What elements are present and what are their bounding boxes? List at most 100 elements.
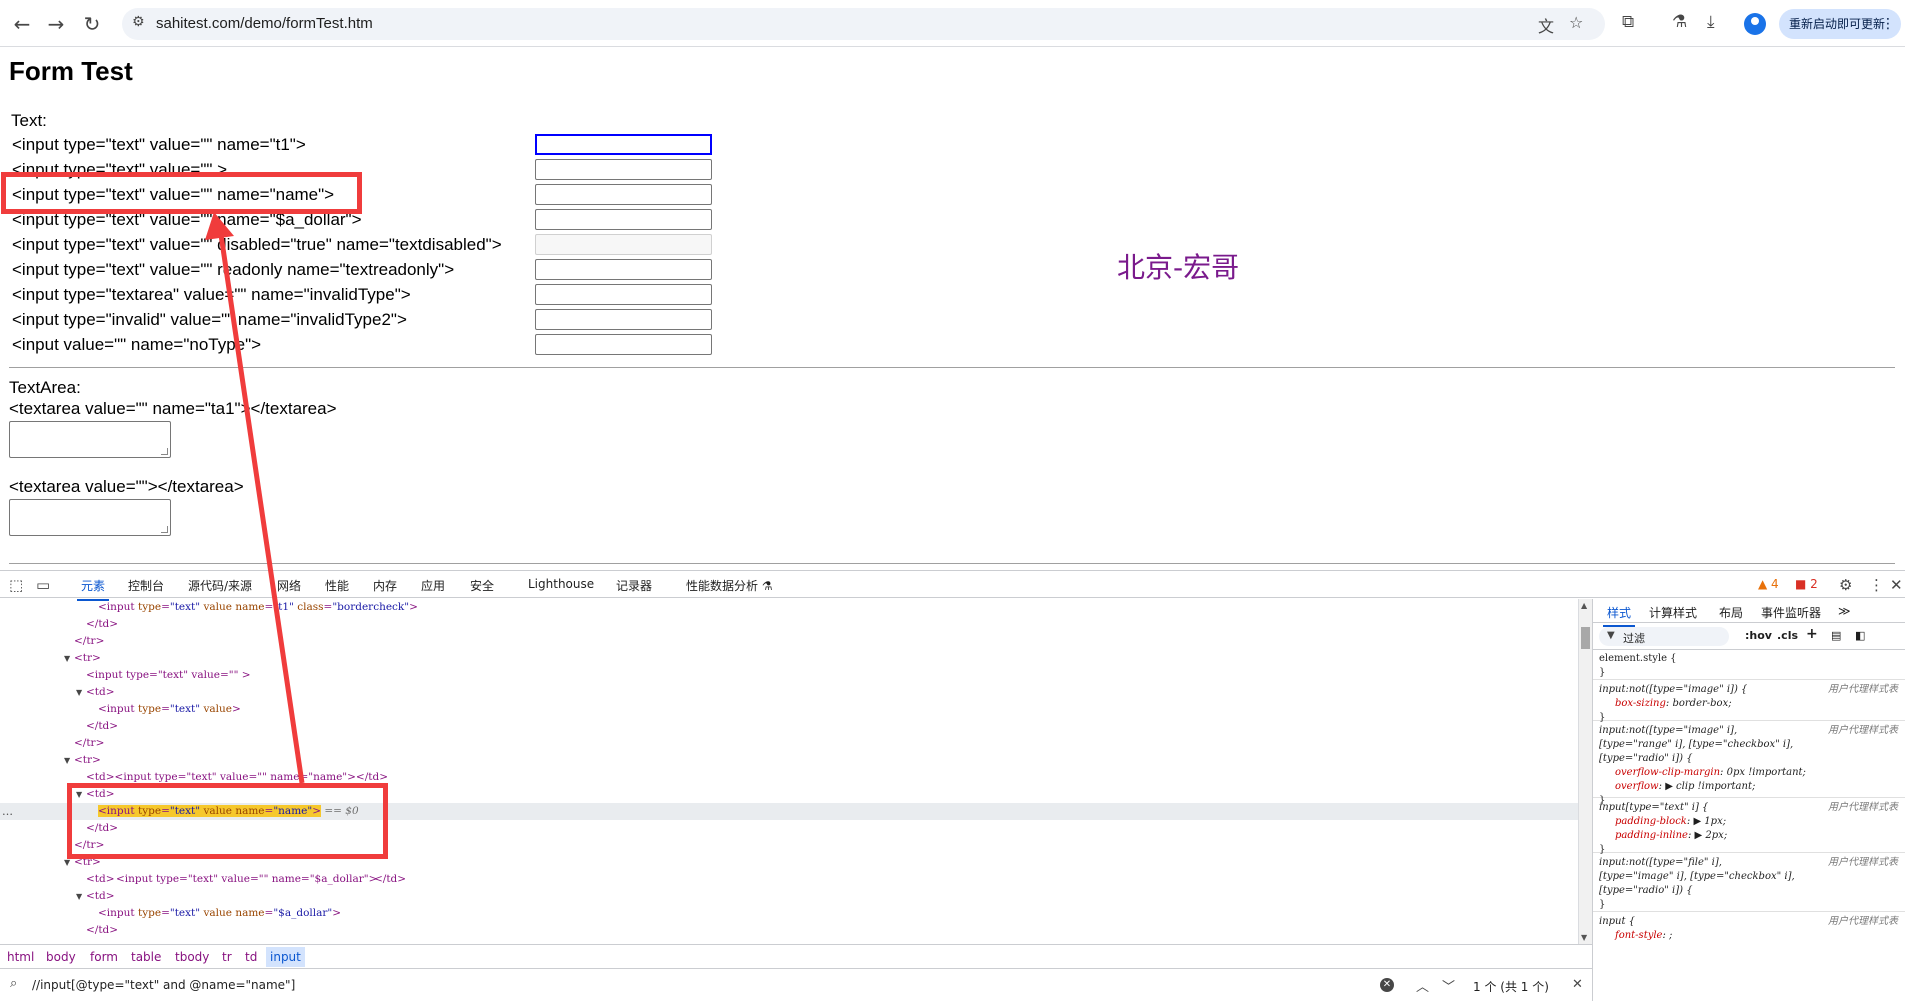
ta1-textarea[interactable] xyxy=(9,421,171,458)
more-tabs-icon[interactable]: ≫ xyxy=(1838,604,1851,618)
dom-node[interactable]: <input type="text" value name="$a_dollar… xyxy=(0,905,1578,922)
breadcrumb-body[interactable]: body xyxy=(46,950,76,964)
address-bar[interactable]: ⚙ sahitest.com/demo/formTest.htm 文 ☆ xyxy=(122,8,1605,40)
tab-event-listeners[interactable]: 事件监听器 xyxy=(1761,604,1821,621)
clear-search-icon[interactable]: ✕ xyxy=(1380,978,1394,992)
paint-icon[interactable]: ▤ xyxy=(1831,629,1841,642)
close-icon[interactable]: ✕ xyxy=(1890,576,1903,594)
dom-node[interactable]: </td> xyxy=(0,718,1578,735)
expand-triangle-icon[interactable]: ▼ xyxy=(76,684,82,701)
tab-console[interactable]: 控制台 xyxy=(128,577,164,594)
tab-memory[interactable]: 内存 xyxy=(373,577,397,594)
dom-scrollbar[interactable]: ▲ ▼ xyxy=(1578,599,1592,944)
translate-icon[interactable]: 文 xyxy=(1538,13,1554,37)
tab-application[interactable]: 应用 xyxy=(421,577,445,594)
dom-node[interactable]: </td> xyxy=(0,616,1578,633)
tab-layout[interactable]: 布局 xyxy=(1719,604,1743,621)
expand-triangle-icon[interactable]: ▼ xyxy=(76,888,82,905)
breadcrumb-input[interactable]: input xyxy=(266,947,305,967)
back-icon[interactable]: ← xyxy=(9,11,35,37)
error-badge[interactable]: ■ 2 xyxy=(1795,577,1818,591)
styles-filter-input[interactable]: ▼ 过滤 xyxy=(1599,627,1729,646)
invalidtype-input[interactable] xyxy=(535,284,712,305)
tab-security[interactable]: 安全 xyxy=(470,577,494,594)
dom-node[interactable]: </tr> xyxy=(0,633,1578,650)
dom-node[interactable]: ▼ <td> xyxy=(0,684,1578,701)
style-rule[interactable]: 用户代理样式表 input:not([type="file" i], [type… xyxy=(1593,854,1905,912)
dom-node[interactable]: </td> xyxy=(0,922,1578,939)
expand-triangle-icon[interactable]: ▼ xyxy=(64,752,70,769)
search-input[interactable]: //input[@type="text" and @name="name"] xyxy=(32,978,295,992)
breadcrumb-table[interactable]: table xyxy=(131,950,161,964)
invalidtype2-input[interactable] xyxy=(535,309,712,330)
styles-tabbar: 样式 计算样式 布局 事件监听器 ≫ xyxy=(1593,599,1905,627)
textarea-section-label: TextArea: xyxy=(9,378,81,397)
a-dollar-input[interactable] xyxy=(535,209,712,230)
dom-node[interactable]: ▼ <tr> xyxy=(0,752,1578,769)
tab-performance[interactable]: 性能 xyxy=(325,577,349,594)
settings-gear-icon[interactable]: ⚙ xyxy=(1839,576,1852,594)
name-input[interactable] xyxy=(535,184,712,205)
page-content: Form Test Text: <input type="text" value… xyxy=(0,48,1905,570)
new-rule-icon[interactable]: + xyxy=(1806,626,1818,642)
style-rule[interactable]: 用户代理样式表 input { font-style: ; xyxy=(1593,913,1905,953)
dom-node[interactable]: <td> <input type="text" value="" name="$a… xyxy=(0,871,1578,888)
node-actions-icon[interactable]: … xyxy=(2,803,13,820)
tab-elements[interactable]: 元素 xyxy=(76,577,110,601)
textarea2[interactable] xyxy=(9,499,171,536)
dom-node[interactable]: ▼ <tr> xyxy=(0,650,1578,667)
breadcrumb-form[interactable]: form xyxy=(90,950,118,964)
breadcrumb-tr[interactable]: tr xyxy=(222,950,232,964)
toggle-sidebar-icon[interactable]: ◧ xyxy=(1855,629,1865,642)
dom-node[interactable]: <input type="text" value> xyxy=(0,701,1578,718)
menu-icon[interactable]: ⋮ xyxy=(1881,9,1895,39)
inspect-element-icon[interactable]: ⬚ xyxy=(9,576,23,594)
more-options-icon[interactable]: ⋮ xyxy=(1869,576,1884,594)
notype-input[interactable] xyxy=(535,334,712,355)
tab-lighthouse[interactable]: Lighthouse xyxy=(528,577,594,591)
tab-performance-insights[interactable]: 性能数据分析 ⚗ xyxy=(686,577,773,594)
warning-badge[interactable]: ▲ 4 xyxy=(1758,577,1779,591)
expand-triangle-icon[interactable]: ▼ xyxy=(64,650,70,667)
t1-input[interactable] xyxy=(535,134,712,155)
breadcrumb-tbody[interactable]: tbody xyxy=(175,950,209,964)
style-rule[interactable]: element.style { } xyxy=(1593,650,1905,680)
download-icon[interactable]: ⤓ xyxy=(1707,12,1715,32)
next-match-icon[interactable]: ﹀ xyxy=(1442,976,1455,995)
style-rule[interactable]: 用户代理样式表 input[type="text" i] { padding-b… xyxy=(1593,799,1905,855)
dom-node[interactable]: <input type="text" value name="t1" class… xyxy=(0,599,1578,616)
reload-icon[interactable]: ↻ xyxy=(79,11,105,37)
style-rule[interactable]: 用户代理样式表 input:not([type="image" i], [typ… xyxy=(1593,722,1905,806)
breadcrumb-html[interactable]: html xyxy=(7,950,34,964)
hov-toggle[interactable]: :hov xyxy=(1745,629,1772,642)
close-search-icon[interactable]: ✕ xyxy=(1572,977,1583,992)
dom-tree[interactable]: <input type="text" value name="t1" class… xyxy=(0,599,1578,944)
scrollbar-thumb[interactable] xyxy=(1581,627,1590,649)
tab-network[interactable]: 网络 xyxy=(277,577,301,594)
divider xyxy=(9,563,1895,564)
forward-icon[interactable]: → xyxy=(43,11,69,37)
device-toolbar-icon[interactable]: ▭ xyxy=(36,576,50,594)
tab-computed[interactable]: 计算样式 xyxy=(1649,604,1697,621)
dom-node[interactable]: <input type="text" value="" > xyxy=(0,667,1578,684)
url-text[interactable]: sahitest.com/demo/formTest.htm xyxy=(156,15,373,32)
extensions-icon[interactable]: ⧉ xyxy=(1622,12,1634,32)
breadcrumb-td[interactable]: td xyxy=(245,950,257,964)
dom-node[interactable]: ▼ <td> xyxy=(0,888,1578,905)
unnamed-input[interactable] xyxy=(535,159,712,180)
cls-toggle[interactable]: .cls xyxy=(1777,629,1798,642)
labs-icon[interactable]: ⚗ xyxy=(1672,12,1687,32)
profile-avatar[interactable] xyxy=(1744,13,1766,35)
dom-node[interactable]: </tr> xyxy=(0,735,1578,752)
previous-match-icon[interactable]: ︿ xyxy=(1416,976,1429,995)
tab-recorder[interactable]: 记录器 xyxy=(616,577,652,594)
site-info-icon[interactable]: ⚙ xyxy=(132,14,145,30)
bookmark-star-icon[interactable]: ☆ xyxy=(1569,13,1583,32)
restart-to-update-button[interactable]: 重新启动即可更新 ⋮ xyxy=(1779,9,1901,39)
textreadonly-input[interactable] xyxy=(535,259,712,280)
style-rule[interactable]: 用户代理样式表 input:not([type="image" i]) { bo… xyxy=(1593,681,1905,723)
scroll-up-icon[interactable]: ▲ xyxy=(1581,601,1587,610)
tab-sources[interactable]: 源代码/来源 xyxy=(188,577,252,594)
tab-styles[interactable]: 样式 xyxy=(1602,604,1636,627)
scroll-down-icon[interactable]: ▼ xyxy=(1581,933,1587,942)
